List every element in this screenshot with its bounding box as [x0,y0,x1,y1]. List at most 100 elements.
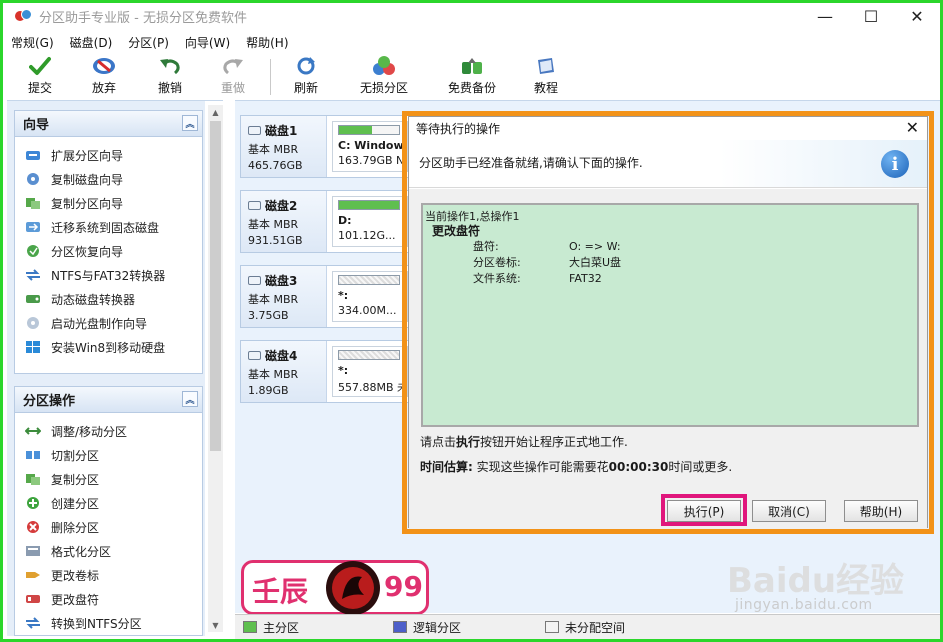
redo-button[interactable]: 重做 [220,56,246,98]
undo-icon [157,56,183,76]
pending-operations-dialog: 等待执行的操作 ✕ 分区助手已经准备就绪,请确认下面的操作. i 当前操作1,总… [408,116,928,529]
op-item-format[interactable]: 格式化分区 [15,539,202,563]
usage-bar [338,275,400,285]
dialog-close-button[interactable]: ✕ [906,118,919,137]
time-estimate: 时间估算: 实现这些操作可能需要花00:00:30时间或更多. [420,460,733,474]
wizard-item-extend-partition[interactable]: 扩展分区向导 [15,143,202,167]
menu-disk[interactable]: 磁盘(D) [70,34,113,51]
partition-block[interactable]: C: Windows163.79GB NTF [332,121,408,172]
lossless-partition-button[interactable]: 无损分区 [360,56,408,98]
wizard-item-win8-to-go[interactable]: 安装Win8到移动硬盘 [15,335,202,359]
extend-icon [25,148,41,162]
disk-card[interactable]: 磁盘4基本 MBR1.89GB *:557.88MB 未分 [240,340,410,403]
disk-icon [248,126,261,135]
partition-block[interactable]: D: 101.12G... [332,196,408,247]
logical-swatch [393,621,407,633]
execute-button[interactable]: 执行(P) [667,500,741,522]
op-item-convert-ntfs[interactable]: 转换到NTFS分区 [15,611,202,635]
scrollbar-thumb[interactable] [210,121,221,451]
wizard-item-copy-disk[interactable]: 复制磁盘向导 [15,167,202,191]
lossless-partition-icon [371,56,397,76]
tutorial-label: 教程 [533,81,558,95]
undo-button[interactable]: 撤销 [157,56,183,98]
dialog-header: 分区助手已经准备就绪,请确认下面的操作. i [409,140,927,188]
window-title: 分区助手专业版 - 无损分区免费软件 [39,10,247,26]
windows-icon [25,340,41,354]
copy-disk-icon [25,172,41,186]
bootable-cd-icon [25,316,41,330]
disk-card[interactable]: 磁盘3 基本 MBR 3.75GB *: 334.00M... [240,265,410,328]
tutorial-button[interactable]: 教程 [533,56,559,98]
usage-bar [338,125,400,135]
wizard-item-partition-recovery[interactable]: 分区恢复向导 [15,239,202,263]
refresh-label: 刷新 [293,81,318,95]
info-icon: i [881,150,909,178]
menu-partition[interactable]: 分区(P) [128,34,169,51]
refresh-icon [293,56,319,76]
collapse-icon[interactable]: ︽ [182,391,198,407]
op-item-change-label[interactable]: 更改卷标 [15,563,202,587]
free-backup-label: 免费备份 [448,81,497,95]
partition-ops-section: 分区操作 ︽ 调整/移动分区 切割分区 复制分区 创建分区 删除分区 格式化分区… [14,386,203,636]
logo-text: 壬辰 [252,575,309,608]
toolbar-separator [270,59,271,95]
wizard-section-title: 向导 [23,118,50,133]
redo-label: 重做 [220,81,245,95]
partition-block[interactable]: *:557.88MB 未分 [332,346,408,397]
wizard-item-migrate-os[interactable]: 迁移系统到固态磁盘 [15,215,202,239]
split-icon [25,448,41,462]
free-backup-button[interactable]: 免费备份 [448,56,496,98]
commit-label: 提交 [27,81,52,95]
op-item-resize-move[interactable]: 调整/移动分区 [15,419,202,443]
op-item-copy[interactable]: 复制分区 [15,467,202,491]
disk-card[interactable]: 磁盘2 基本 MBR 931.51GB D: 101.12G... [240,190,410,253]
menu-general[interactable]: 常规(G) [11,34,54,51]
menu-help[interactable]: 帮助(H) [246,34,288,51]
usage-bar [338,200,400,210]
scroll-down-icon[interactable]: ▼ [208,618,223,632]
op-item-change-letter[interactable]: 更改盘符 [15,587,202,611]
label-icon [25,568,41,582]
op-item-create[interactable]: 创建分区 [15,491,202,515]
wizard-item-dynamic-disk[interactable]: 动态磁盘转换器 [15,287,202,311]
menu-wizard[interactable]: 向导(W) [185,34,230,51]
scroll-up-icon[interactable]: ▲ [208,105,223,119]
maximize-button[interactable]: ☐ [848,3,894,29]
operation-title: 更改盘符 [432,224,481,238]
menu-bar: 常规(G) 磁盘(D) 分区(P) 向导(W) 帮助(H) [3,31,940,53]
partition-block[interactable]: *: 334.00M... [332,271,408,322]
disk-icon [248,351,261,360]
logo-watermark: 壬辰 99 [241,560,429,615]
disk-icon [248,201,261,210]
operation-detail-row: 盘符: O: => W: [473,240,621,253]
wizard-item-copy-partition[interactable]: 复制分区向导 [15,191,202,215]
discard-button[interactable]: 放弃 [91,56,117,98]
recovery-icon [25,244,41,258]
delete-icon [25,520,41,534]
resize-icon [25,424,41,438]
op-item-split[interactable]: 切割分区 [15,443,202,467]
backup-icon [459,56,485,76]
discard-label: 放弃 [91,81,116,95]
wizard-item-ntfs-fat32[interactable]: NTFS与FAT32转换器 [15,263,202,287]
convert-icon [25,268,41,282]
sidebar-scrollbar[interactable]: ▲ ▼ [208,105,223,632]
dialog-body: 当前操作1,总操作1 更改盘符 盘符: O: => W: 分区卷标: 大白菜U盘 文… [409,189,927,529]
operation-detail-row: 文件系统: FAT32 [473,272,602,285]
wizard-item-bootable-cd[interactable]: 启动光盘制作向导 [15,311,202,335]
primary-swatch [243,621,257,633]
wizard-section-header: 向导 ︽ [15,111,202,137]
close-button[interactable]: ✕ [894,3,940,29]
cancel-button[interactable]: 取消(C) [752,500,826,522]
dialog-message: 分区助手已经准备就绪,请确认下面的操作. [419,156,643,170]
op-item-delete[interactable]: 删除分区 [15,515,202,539]
logo-number: 99 [384,570,423,603]
minimize-button[interactable]: — [802,3,848,29]
commit-button[interactable]: 提交 [27,56,53,98]
copy-icon [25,472,41,486]
disk-card[interactable]: 磁盘1基本 MBR465.76GB C: Windows163.79GB NTF [240,115,410,178]
migrate-icon [25,220,41,234]
help-button[interactable]: 帮助(H) [844,500,918,522]
collapse-icon[interactable]: ︽ [182,115,198,131]
refresh-button[interactable]: 刷新 [293,56,319,98]
